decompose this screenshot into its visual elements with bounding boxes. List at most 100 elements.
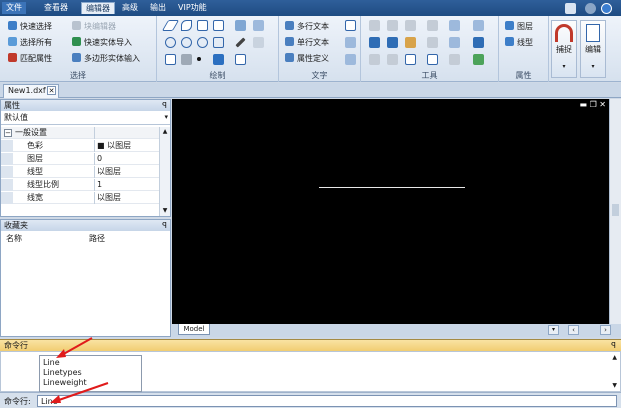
text-group: 多行文本 单行文本 属性定义 文字 <box>279 16 361 82</box>
suggestion-item[interactable]: Linetypes <box>43 368 82 378</box>
quick-select-button[interactable]: 快速选择 <box>8 20 52 33</box>
arc-tool-icon[interactable] <box>181 37 192 48</box>
scale-icon[interactable] <box>387 37 398 48</box>
minimize-icon[interactable]: ▬ <box>579 100 587 109</box>
text-button[interactable]: 单行文本 <box>285 36 329 49</box>
polyline-tool-icon[interactable] <box>181 20 192 31</box>
ellipse-tool-icon[interactable] <box>197 37 208 48</box>
match-properties-button[interactable]: 匹配属性 <box>8 52 52 65</box>
document-tab-title: New1.dxf <box>8 86 46 95</box>
scroll-up-icon[interactable]: ▲ <box>160 127 170 137</box>
rectangle-tool-icon[interactable] <box>197 20 208 31</box>
point-tool-icon[interactable] <box>213 37 224 48</box>
help-icon[interactable] <box>601 3 612 14</box>
mtext-button[interactable]: 多行文本 <box>285 20 329 33</box>
column-path[interactable]: 路径 <box>89 232 105 245</box>
pin-icon[interactable]: ꟼ <box>162 220 167 231</box>
scroll-down-icon[interactable]: ▼ <box>612 382 617 389</box>
scroll-down-icon[interactable]: ▼ <box>160 206 170 216</box>
move-icon[interactable] <box>369 20 380 31</box>
curve-tool-icon[interactable] <box>165 54 176 65</box>
array-icon[interactable] <box>473 20 484 31</box>
menu-advanced[interactable]: 高级 <box>118 2 142 14</box>
model-tab[interactable]: Model <box>178 324 210 335</box>
spline-tool-icon[interactable] <box>213 20 224 31</box>
hatch-tool-icon[interactable] <box>235 20 246 31</box>
line-entity[interactable] <box>319 187 465 188</box>
snap-button[interactable]: 捕捉 ▾ <box>551 20 577 78</box>
edit-button[interactable]: 编辑 ▾ <box>580 20 606 78</box>
scroll-left-icon[interactable]: ‹ <box>568 325 579 335</box>
close-tab-icon[interactable]: ✕ <box>47 86 56 95</box>
quick-select-icon <box>8 21 17 30</box>
mirror-icon[interactable] <box>449 20 460 31</box>
rotate-icon[interactable] <box>405 20 416 31</box>
text-group-label: 文字 <box>311 71 328 80</box>
property-row[interactable]: 线宽 以图层 <box>1 192 160 204</box>
property-row[interactable]: 色彩 ■ 以图层 <box>1 140 160 152</box>
menu-vip[interactable]: VIP功能 <box>174 2 211 14</box>
column-name[interactable]: 名称 <box>6 232 22 245</box>
props-group-label: 属性 <box>515 71 532 80</box>
offset-icon[interactable] <box>369 37 380 48</box>
attribute-def-button[interactable]: 属性定义 <box>285 52 329 65</box>
polygon-entity-input-button[interactable]: 多边形实体输入 <box>72 52 140 65</box>
drawing-canvas[interactable]: ▬ ❐ ✕ <box>172 99 609 324</box>
menu-viewer[interactable]: 查看器 <box>40 2 72 14</box>
table-tool-icon[interactable] <box>235 54 246 65</box>
menu-file[interactable]: 文件 <box>2 2 26 14</box>
layer-button[interactable]: 图层 <box>505 20 533 33</box>
tab-menu-icon[interactable]: ▾ <box>548 325 559 335</box>
explode-icon[interactable] <box>473 37 484 48</box>
copy-icon[interactable] <box>387 20 398 31</box>
property-row[interactable]: 线型 以图层 <box>1 166 160 178</box>
text-edit-icon[interactable] <box>345 54 356 65</box>
wipeout-tool-icon[interactable] <box>253 37 264 48</box>
property-row[interactable]: 图层 0 <box>1 153 160 165</box>
linetype-button[interactable]: 线型 <box>505 36 533 49</box>
measure-icon[interactable] <box>449 54 460 65</box>
region-tool-icon[interactable] <box>253 20 264 31</box>
brush-icon[interactable] <box>565 3 576 14</box>
command-input[interactable]: Line <box>37 395 617 407</box>
property-row[interactable]: 线型比例 1 <box>1 179 160 191</box>
gradient-tool-icon[interactable] <box>181 54 192 65</box>
pen-tool-icon[interactable] <box>235 37 246 48</box>
minimize-ribbon-icon[interactable] <box>585 3 596 14</box>
dot-tool-icon[interactable] <box>197 57 201 61</box>
scroll-thumb[interactable] <box>612 204 619 216</box>
image-tool-icon[interactable] <box>213 54 224 65</box>
extend-icon[interactable] <box>449 37 460 48</box>
pin-icon[interactable]: ꟼ <box>162 100 167 111</box>
chamfer-icon[interactable] <box>369 54 380 65</box>
trim-icon[interactable] <box>427 37 438 48</box>
collapse-icon[interactable]: − <box>4 129 12 137</box>
menu-output[interactable]: 输出 <box>146 2 170 14</box>
line-tool-icon[interactable] <box>161 20 180 31</box>
break-icon[interactable] <box>405 54 416 65</box>
fillet-icon[interactable] <box>387 54 398 65</box>
menu-editor[interactable]: 编辑器 <box>81 2 115 14</box>
property-section[interactable]: − 一般设置 <box>1 127 160 139</box>
abc-icon[interactable] <box>345 20 356 31</box>
align-icon[interactable] <box>427 20 438 31</box>
chevron-down-icon: ▾ <box>164 113 168 121</box>
close-icon[interactable]: ✕ <box>599 100 606 109</box>
properties-filter-select[interactable]: 默认值 ▾ <box>1 111 170 125</box>
circle-tool-icon[interactable] <box>165 37 176 48</box>
properties-scrollbar[interactable]: ▲ ▼ <box>159 127 170 216</box>
scroll-right-icon[interactable]: › <box>600 325 611 335</box>
scroll-up-icon[interactable]: ▲ <box>612 354 617 361</box>
stretch-icon[interactable] <box>405 37 416 48</box>
join-icon[interactable] <box>427 54 438 65</box>
erase-icon[interactable] <box>473 54 484 65</box>
select-group: 快速选择 选择所有 匹配属性 块编辑器 快速实体导入 多边形实体输入 选择 <box>0 16 157 82</box>
block-editor-button[interactable]: 块编辑器 <box>72 20 116 33</box>
document-tab[interactable]: New1.dxf ✕ <box>3 84 59 98</box>
restore-icon[interactable]: ❐ <box>590 100 597 109</box>
canvas-vertical-scrollbar[interactable] <box>609 99 621 324</box>
quick-entity-import-button[interactable]: 快速实体导入 <box>72 36 132 49</box>
text-style-icon[interactable] <box>345 37 356 48</box>
document-tab-bar: New1.dxf ✕ <box>0 83 621 98</box>
select-all-button[interactable]: 选择所有 <box>8 36 52 49</box>
